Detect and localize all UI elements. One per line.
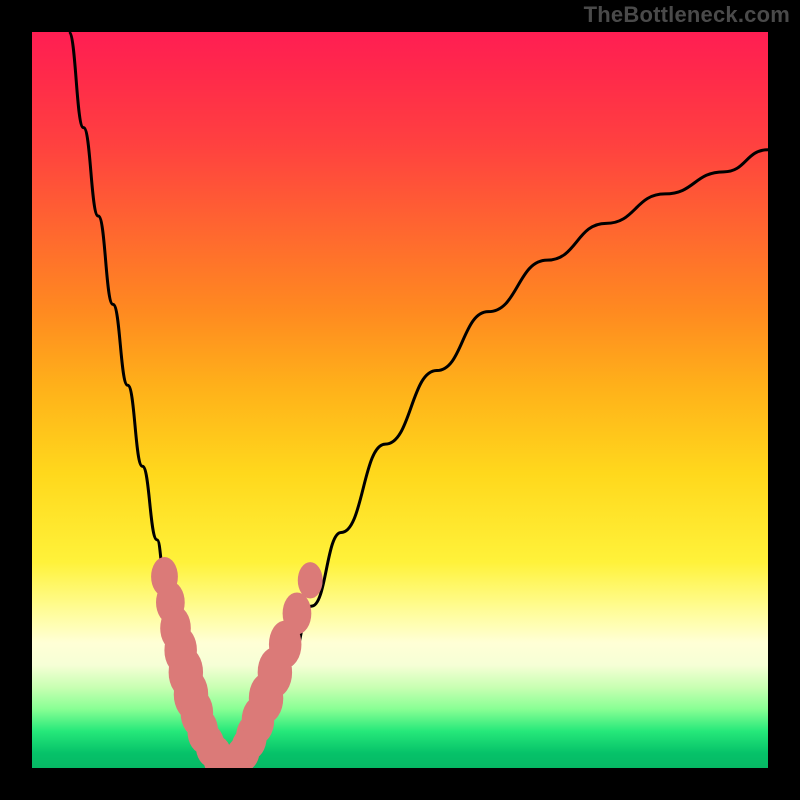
curves-svg xyxy=(32,32,768,768)
right-curve xyxy=(238,150,768,765)
watermark-text: TheBottleneck.com xyxy=(584,4,790,26)
left-curve xyxy=(69,32,224,764)
plot-area xyxy=(32,32,768,768)
bead xyxy=(283,592,312,634)
chart-stage: TheBottleneck.com xyxy=(0,0,800,800)
bead xyxy=(298,562,323,598)
beads-group xyxy=(151,557,323,768)
